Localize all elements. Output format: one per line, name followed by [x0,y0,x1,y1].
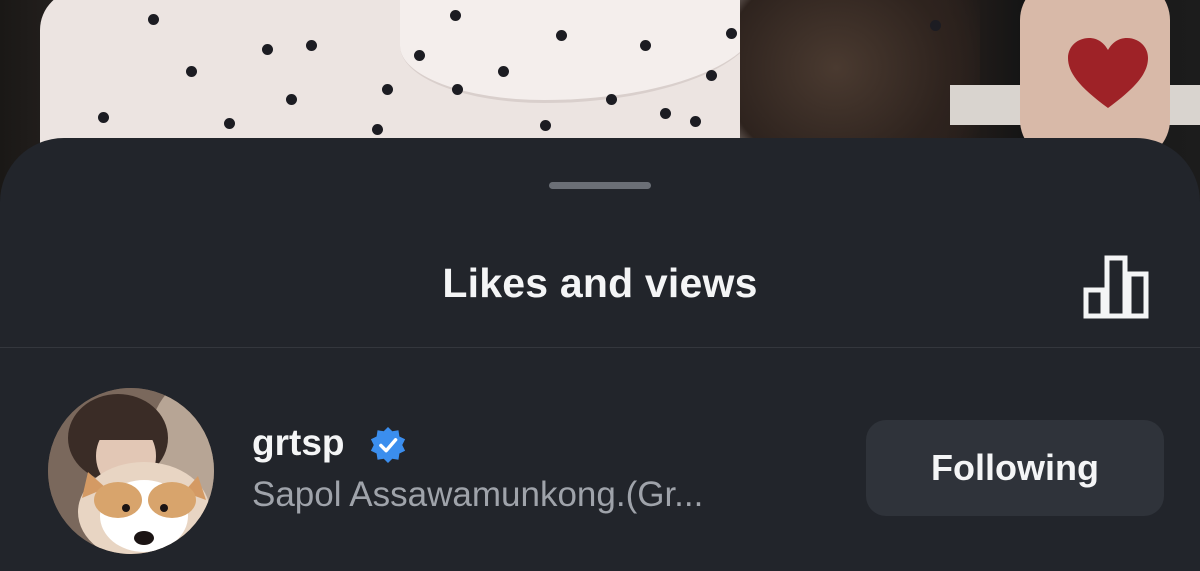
heart-icon [1068,38,1148,108]
username[interactable]: grtsp [252,422,345,464]
avatar[interactable] [48,388,214,554]
full-name: Sapol Assawamunkong.(Gr... [252,475,704,514]
sheet-title: Likes and views [442,260,758,306]
screen: Likes and views grtsp Sapol Assawamunkon… [0,0,1200,571]
liker-row[interactable]: grtsp Sapol Assawamunkong.(Gr... Followi… [0,386,1200,556]
profile-photo [48,388,214,554]
header-divider [0,347,1200,348]
likes-and-views-sheet: Likes and views grtsp Sapol Assawamunkon… [0,138,1200,571]
verified-badge-icon [370,426,406,464]
sheet-grabber-handle[interactable] [549,182,651,189]
following-button[interactable]: Following [866,420,1164,516]
insights-button[interactable] [1078,250,1154,320]
bar-chart-icon [1083,255,1149,319]
